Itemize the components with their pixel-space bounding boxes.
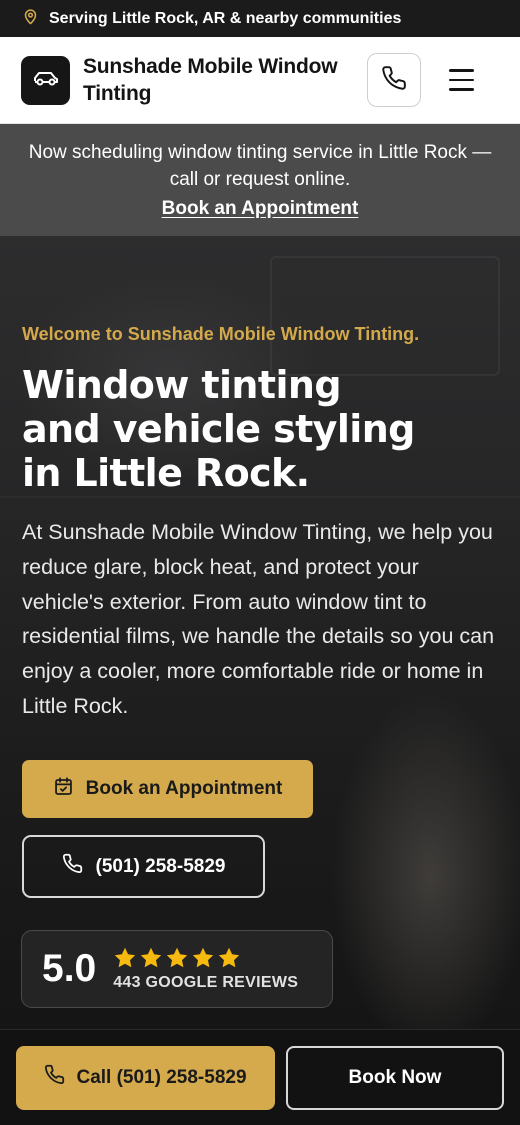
- star-icon: [219, 947, 240, 968]
- announcement-text: Now scheduling window tinting service in…: [28, 142, 492, 190]
- phone-icon: [62, 853, 83, 880]
- hero-phone-label: (501) 258-5829: [95, 855, 226, 877]
- phone-icon: [381, 65, 407, 96]
- hero-phone-button[interactable]: (501) 258-5829: [22, 835, 265, 898]
- google-reviews-badge[interactable]: 5.0 443 GOOGLE REVIEWS: [21, 930, 333, 1008]
- location-bar: Serving Little Rock, AR & nearby communi…: [0, 0, 520, 37]
- star-icon: [141, 947, 162, 968]
- sticky-call-button[interactable]: Call (501) 258-5829: [16, 1045, 275, 1110]
- announcement-book-link[interactable]: Book an Appointment: [162, 198, 359, 220]
- hero-description: At Sunshade Mobile Window Tinting, we he…: [22, 520, 495, 718]
- headline-line: Window tinting: [22, 363, 342, 407]
- star-rating: [113, 946, 298, 970]
- sticky-call-label: Call (501) 258-5829: [76, 1066, 247, 1088]
- review-score: 5.0: [42, 947, 97, 990]
- phone-icon: [44, 1064, 65, 1091]
- star-icon: [167, 947, 188, 968]
- map-pin-icon: [22, 8, 39, 30]
- header-call-button[interactable]: [367, 53, 421, 107]
- book-appointment-label: Book an Appointment: [85, 778, 283, 799]
- hero-welcome-text: Welcome to Sunshade Mobile Window Tintin…: [22, 324, 420, 344]
- location-text: Serving Little Rock, AR & nearby communi…: [49, 9, 402, 27]
- hamburger-menu-icon[interactable]: [437, 56, 485, 104]
- car-icon: [32, 68, 60, 93]
- site-header: Sunshade Mobile Window Tinting: [0, 37, 520, 124]
- star-icon: [115, 947, 136, 968]
- book-appointment-button[interactable]: Book an Appointment: [22, 760, 313, 818]
- brand-name[interactable]: Sunshade Mobile Window Tinting: [83, 53, 358, 107]
- star-icon: [193, 947, 214, 968]
- sticky-book-now-button[interactable]: Book Now: [286, 1045, 504, 1110]
- hero-headline: Window tinting and vehicle styling in Li…: [22, 363, 502, 495]
- hero-background-image: [270, 256, 500, 376]
- logo[interactable]: [21, 55, 70, 105]
- hero-section: Welcome to Sunshade Mobile Window Tintin…: [0, 236, 520, 1125]
- headline-line: and vehicle styling: [22, 407, 415, 451]
- sticky-action-bar: Call (501) 258-5829 Book Now: [0, 1029, 520, 1125]
- announcement-banner: Now scheduling window tinting service in…: [0, 124, 520, 236]
- headline-line: in Little Rock.: [22, 451, 310, 495]
- sticky-book-label: Book Now: [348, 1066, 442, 1088]
- calendar-check-icon: [53, 776, 74, 803]
- review-count: 443 GOOGLE REVIEWS: [113, 974, 299, 991]
